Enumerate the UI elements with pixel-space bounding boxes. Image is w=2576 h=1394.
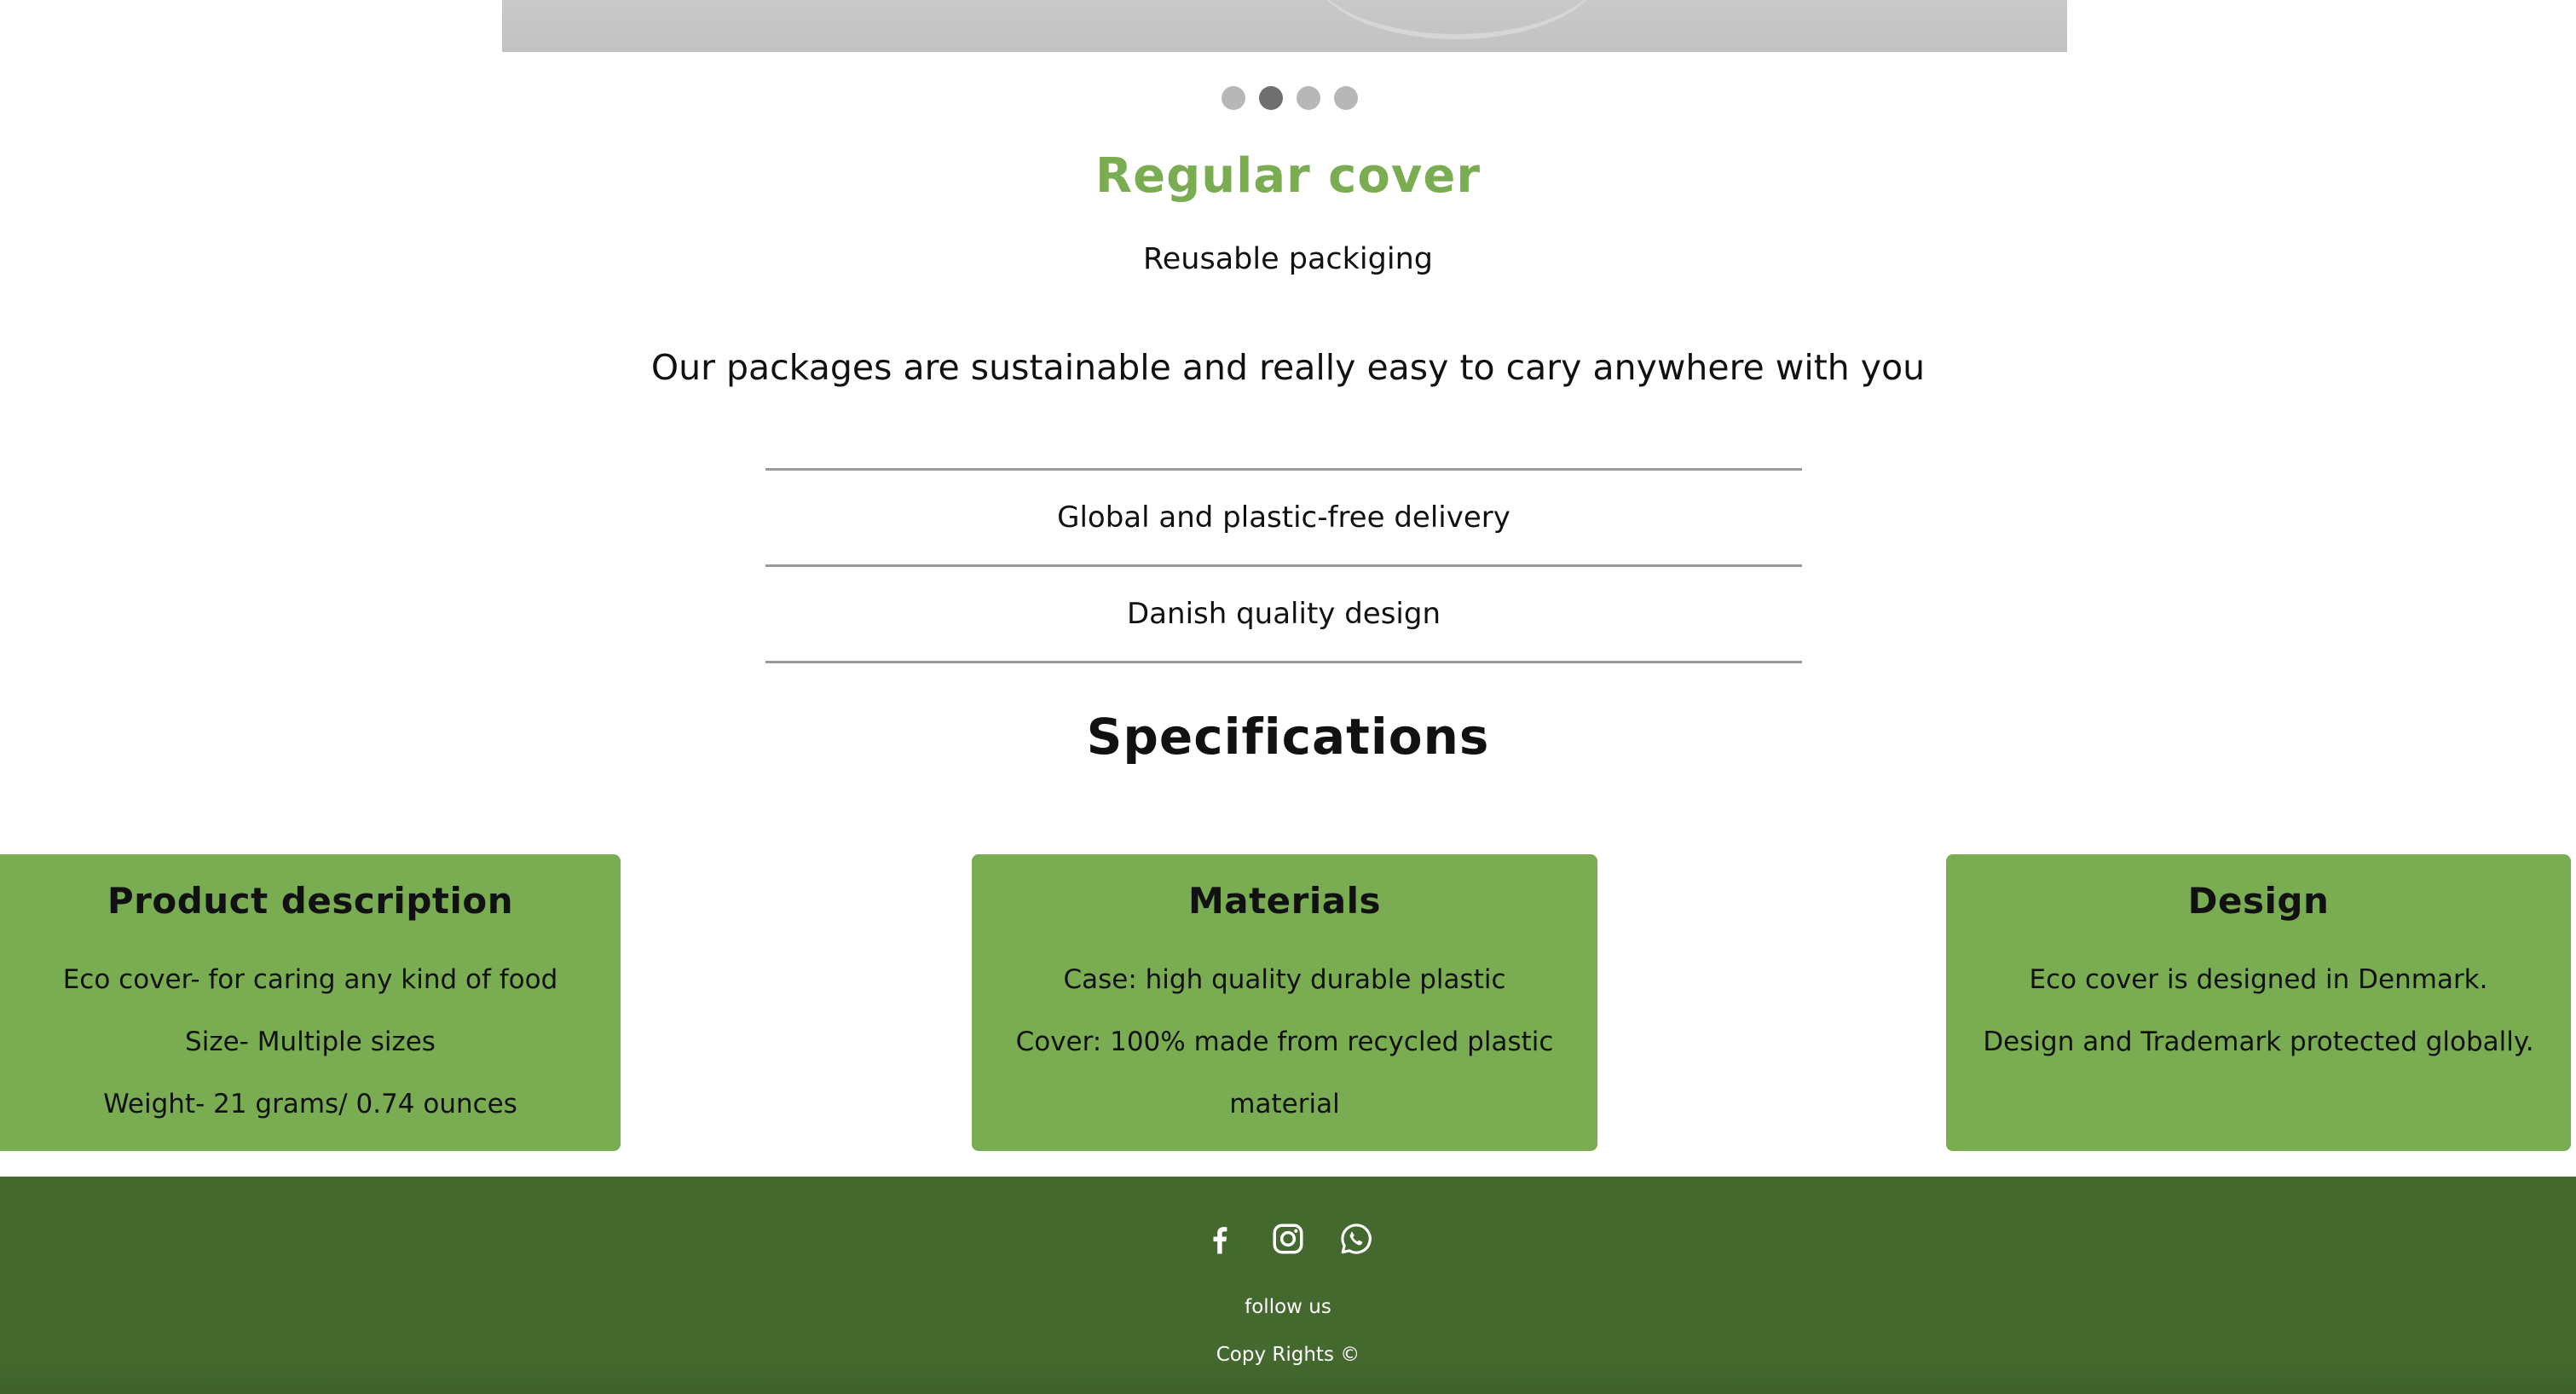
hero-image xyxy=(502,0,2067,52)
spec-card-line: Cover: 100% made from recycled plastic m… xyxy=(1015,1027,1554,1119)
product-page: Regular cover Reusable packiging Our pac… xyxy=(0,0,2576,1394)
product-tagline: Our packages are sustainable and really … xyxy=(650,347,1926,388)
spec-card-line: Eco cover is designed in Denmark. xyxy=(2029,964,2488,995)
spec-card-line: Weight- 21 grams/ 0.74 ounces xyxy=(103,1089,517,1119)
carousel-dot-1[interactable] xyxy=(1222,86,1245,110)
spec-card-line: Design and Trademark protected globally. xyxy=(1983,1027,2534,1057)
feature-list: Global and plastic-free delivery Danish … xyxy=(765,468,1802,663)
divider xyxy=(765,661,1802,663)
spec-card-title: Materials xyxy=(1187,880,1382,922)
instagram-icon[interactable] xyxy=(1270,1221,1306,1257)
carousel-dot-3[interactable] xyxy=(1297,86,1320,110)
specifications-title: Specifications xyxy=(1086,708,1490,766)
spec-card-design: Design Eco cover is designed in Denmark.… xyxy=(1946,854,2571,1151)
spec-card-title: Product description xyxy=(107,880,514,922)
carousel-dot-4[interactable] xyxy=(1334,86,1358,110)
spec-card-line: Size- Multiple sizes xyxy=(185,1027,436,1057)
spec-card-line: Eco cover- for caring any kind of food xyxy=(62,964,558,995)
product-title: Regular cover xyxy=(1095,148,1481,204)
follow-us-text: follow us xyxy=(1245,1296,1331,1318)
hero-image-shape xyxy=(1312,0,1602,39)
facebook-icon[interactable] xyxy=(1202,1221,1238,1257)
product-subtitle: Reusable packiging xyxy=(1143,242,1433,276)
site-footer: follow us Copy Rights © xyxy=(0,1177,2576,1394)
carousel-indicators xyxy=(0,84,2576,113)
social-links xyxy=(0,1221,2576,1257)
spec-card-product-description: Product description Eco cover- for carin… xyxy=(0,854,621,1151)
spec-card-materials: Materials Case: high quality durable pla… xyxy=(972,854,1597,1151)
copyright-text: Copy Rights © xyxy=(1216,1344,1360,1366)
feature-item-delivery: Global and plastic-free delivery xyxy=(765,468,1802,564)
whatsapp-icon[interactable] xyxy=(1338,1221,1374,1257)
spec-card-line: Case: high quality durable plastic xyxy=(1063,964,1506,995)
spec-card-title: Design xyxy=(2187,880,2330,922)
feature-item-design: Danish quality design xyxy=(765,564,1802,661)
carousel-dot-2[interactable] xyxy=(1259,86,1283,110)
